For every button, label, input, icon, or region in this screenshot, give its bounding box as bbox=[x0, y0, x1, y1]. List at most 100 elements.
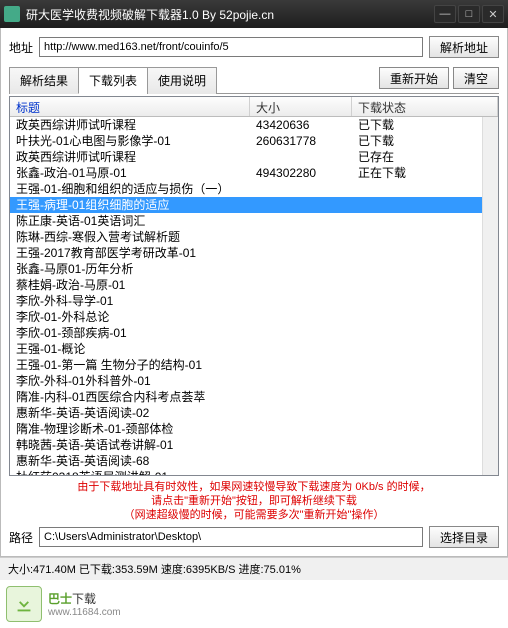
cell-size bbox=[250, 229, 352, 245]
cell-title: 隋准-物理诊断术-01-颈部体检 bbox=[10, 421, 250, 437]
tabs-row: 解析结果下载列表使用说明 重新开始 清空 bbox=[9, 66, 499, 94]
cell-status bbox=[352, 357, 498, 373]
cell-title: 张鑫-政治-01马原-01 bbox=[10, 165, 250, 181]
table-body[interactable]: 政英西综讲师试听课程43420636已下载叶扶光-01心电图与影像学-01260… bbox=[10, 117, 498, 476]
cell-status bbox=[352, 389, 498, 405]
table-row[interactable]: 惠新华-英语-英语阅读-68 bbox=[10, 453, 498, 469]
table-row[interactable]: 隋准-物理诊断术-01-颈部体检 bbox=[10, 421, 498, 437]
notice-text: 由于下载地址具有时效性，如果网速较慢导致下载速度为 0Kb/s 的时候， 请点击… bbox=[9, 480, 499, 522]
cell-title: 陈琳-西综-寒假入营考试解析题 bbox=[10, 229, 250, 245]
cell-size bbox=[250, 149, 352, 165]
minimize-button[interactable]: — bbox=[434, 5, 456, 23]
parse-address-button[interactable]: 解析地址 bbox=[429, 36, 499, 58]
table-row[interactable]: 陈正康-英语-01英语词汇 bbox=[10, 213, 498, 229]
cell-status bbox=[352, 325, 498, 341]
cell-title: 王强-01-细胞和组织的适应与损伤（一） bbox=[10, 181, 250, 197]
table-row[interactable]: 叶扶光-01心电图与影像学-01260631778已下载 bbox=[10, 133, 498, 149]
tab-2[interactable]: 使用说明 bbox=[147, 67, 217, 94]
cell-status bbox=[352, 469, 498, 476]
address-input[interactable] bbox=[39, 37, 423, 57]
cell-size bbox=[250, 293, 352, 309]
cell-size bbox=[250, 277, 352, 293]
cell-status bbox=[352, 373, 498, 389]
col-status[interactable]: 下载状态 bbox=[352, 97, 498, 116]
table-row[interactable]: 李欣-01-外科总论 bbox=[10, 309, 498, 325]
table-row[interactable]: 惠新华-英语-英语阅读-02 bbox=[10, 405, 498, 421]
table-row[interactable]: 蔡桂娟-政治-马原-01 bbox=[10, 277, 498, 293]
cell-status bbox=[352, 405, 498, 421]
cell-size bbox=[250, 453, 352, 469]
cell-title: 王强-病理-01组织细胞的适应 bbox=[10, 197, 250, 213]
table-row[interactable]: 张鑫-政治-01马原-01494302280正在下载 bbox=[10, 165, 498, 181]
tab-0[interactable]: 解析结果 bbox=[9, 67, 79, 94]
table-row[interactable]: 李欣-外科-导学-01 bbox=[10, 293, 498, 309]
cell-status bbox=[352, 293, 498, 309]
scrollbar[interactable] bbox=[482, 117, 498, 475]
path-input[interactable] bbox=[39, 527, 423, 547]
restart-button[interactable]: 重新开始 bbox=[379, 67, 449, 89]
cell-status bbox=[352, 213, 498, 229]
cell-title: 李欣-01-外科总论 bbox=[10, 309, 250, 325]
maximize-button[interactable]: □ bbox=[458, 5, 480, 23]
cell-status: 正在下载 bbox=[352, 165, 498, 181]
cell-title: 陈正康-英语-01英语词汇 bbox=[10, 213, 250, 229]
address-label: 地址 bbox=[9, 39, 33, 56]
table-row[interactable]: 政英西综讲师试听课程已存在 bbox=[10, 149, 498, 165]
cell-size bbox=[250, 357, 352, 373]
cell-size bbox=[250, 245, 352, 261]
footer: 巴士下载 www.11684.com bbox=[0, 580, 508, 628]
table-header: 标题 大小 下载状态 bbox=[10, 97, 498, 117]
cell-status bbox=[352, 245, 498, 261]
cell-status bbox=[352, 181, 498, 197]
cell-status: 已下载 bbox=[352, 133, 498, 149]
cell-title: 惠新华-英语-英语阅读-68 bbox=[10, 453, 250, 469]
table-row[interactable]: 王强-病理-01组织细胞的适应 bbox=[10, 197, 498, 213]
cell-title: 李欣-外科-导学-01 bbox=[10, 293, 250, 309]
close-button[interactable]: ✕ bbox=[482, 5, 504, 23]
table-row[interactable]: 政英西综讲师试听课程43420636已下载 bbox=[10, 117, 498, 133]
table-row[interactable]: 李欣-01-颈部疾病-01 bbox=[10, 325, 498, 341]
cell-title: 叶扶光-01心电图与影像学-01 bbox=[10, 133, 250, 149]
titlebar: 研大医学收费视频破解下载器1.0 By 52pojie.cn — □ ✕ bbox=[0, 0, 508, 28]
clear-button[interactable]: 清空 bbox=[453, 67, 499, 89]
status-bar: 大小:471.40M 已下载:353.59M 速度:6395KB/S 进度:75… bbox=[0, 557, 508, 580]
cell-title: 政英西综讲师试听课程 bbox=[10, 149, 250, 165]
cell-size bbox=[250, 213, 352, 229]
cell-status bbox=[352, 341, 498, 357]
cell-size bbox=[250, 405, 352, 421]
cell-title: 王强-01-第一篇 生物分子的结构-01 bbox=[10, 357, 250, 373]
cell-status bbox=[352, 309, 498, 325]
cell-title: 李欣-外科-01外科普外-01 bbox=[10, 373, 250, 389]
footer-text: 巴士下载 www.11684.com bbox=[48, 590, 121, 618]
cell-title: 政英西综讲师试听课程 bbox=[10, 117, 250, 133]
cell-size bbox=[250, 341, 352, 357]
cell-size bbox=[250, 309, 352, 325]
cell-status bbox=[352, 229, 498, 245]
cell-title: 杜红莎0318英语局测讲解-01 bbox=[10, 469, 250, 476]
col-size[interactable]: 大小 bbox=[250, 97, 352, 116]
table-row[interactable]: 隋准-内科-01西医综合内科考点荟萃 bbox=[10, 389, 498, 405]
cell-title: 隋准-内科-01西医综合内科考点荟萃 bbox=[10, 389, 250, 405]
table-row[interactable]: 张鑫-马原01-历年分析 bbox=[10, 261, 498, 277]
table-row[interactable]: 王强-01-细胞和组织的适应与损伤（一） bbox=[10, 181, 498, 197]
table-row[interactable]: 韩晓茜-英语-英语试卷讲解-01 bbox=[10, 437, 498, 453]
tab-1[interactable]: 下载列表 bbox=[78, 67, 148, 94]
cell-title: 王强-2017教育部医学考研改革-01 bbox=[10, 245, 250, 261]
cell-title: 蔡桂娟-政治-马原-01 bbox=[10, 277, 250, 293]
select-dir-button[interactable]: 选择目录 bbox=[429, 526, 499, 548]
col-title[interactable]: 标题 bbox=[10, 97, 250, 116]
table-row[interactable]: 王强-01-概论 bbox=[10, 341, 498, 357]
cell-size bbox=[250, 437, 352, 453]
cell-size bbox=[250, 373, 352, 389]
table-row[interactable]: 王强-2017教育部医学考研改革-01 bbox=[10, 245, 498, 261]
table-row[interactable]: 王强-01-第一篇 生物分子的结构-01 bbox=[10, 357, 498, 373]
download-icon bbox=[6, 586, 42, 622]
table-row[interactable]: 陈琳-西综-寒假入营考试解析题 bbox=[10, 229, 498, 245]
cell-title: 李欣-01-颈部疾病-01 bbox=[10, 325, 250, 341]
cell-status bbox=[352, 437, 498, 453]
cell-size bbox=[250, 325, 352, 341]
cell-status bbox=[352, 261, 498, 277]
table-row[interactable]: 李欣-外科-01外科普外-01 bbox=[10, 373, 498, 389]
table-row[interactable]: 杜红莎0318英语局测讲解-01 bbox=[10, 469, 498, 476]
cell-size: 260631778 bbox=[250, 133, 352, 149]
